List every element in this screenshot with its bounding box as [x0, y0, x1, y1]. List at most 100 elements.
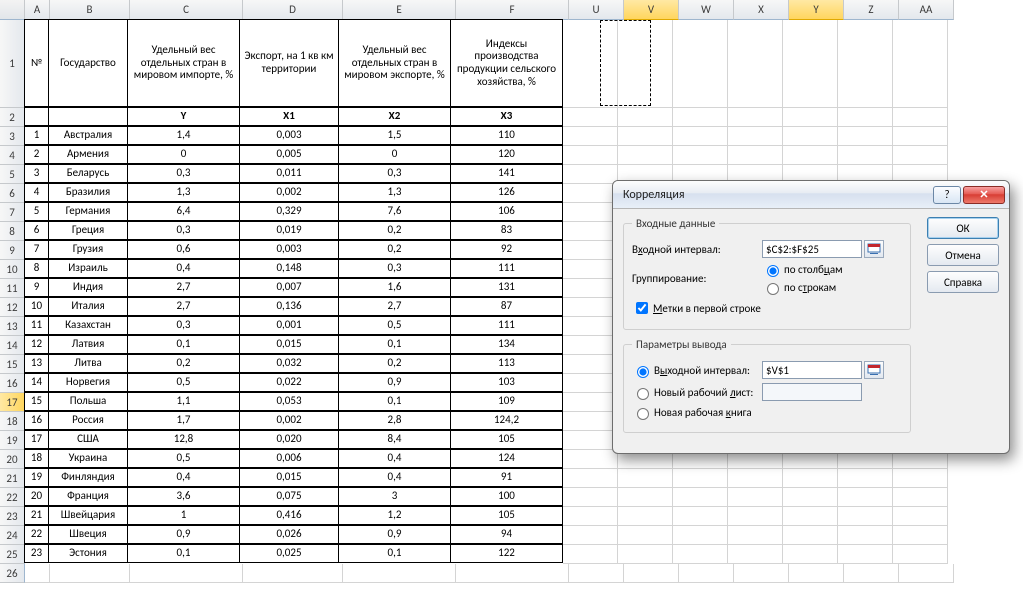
cell-X23[interactable]: [728, 507, 783, 526]
cell-F9[interactable]: 92: [450, 240, 563, 259]
cell-V22[interactable]: [618, 488, 673, 507]
cell-D24[interactable]: 0,026: [239, 525, 339, 544]
column-header-Z[interactable]: Z: [844, 0, 899, 20]
column-header-U[interactable]: U: [569, 0, 624, 20]
cell-F8[interactable]: 83: [450, 221, 563, 240]
cell-B22[interactable]: Франция: [48, 487, 128, 506]
cell-C25[interactable]: 0,1: [127, 544, 240, 563]
cell-E6[interactable]: 1,3: [338, 183, 451, 202]
column-header-AA[interactable]: AA: [899, 0, 954, 20]
cell-B5[interactable]: Беларусь: [48, 164, 128, 183]
cell-F26[interactable]: [456, 564, 569, 583]
cell-B18[interactable]: Россия: [48, 411, 128, 430]
cell-X22[interactable]: [728, 488, 783, 507]
cell-W2[interactable]: [673, 108, 728, 127]
cell-C21[interactable]: 0,4: [127, 468, 240, 487]
cell-E18[interactable]: 2,8: [338, 411, 451, 430]
cell-Z26[interactable]: [844, 564, 899, 583]
by-columns-radio[interactable]: по столбцам: [762, 262, 843, 277]
row-header-16[interactable]: 16: [0, 374, 25, 393]
cell-F23[interactable]: 105: [450, 506, 563, 525]
cell-B3[interactable]: Австралия: [48, 126, 128, 145]
cell-F6[interactable]: 126: [450, 183, 563, 202]
cell-V24[interactable]: [618, 526, 673, 545]
cell-C24[interactable]: 0,9: [127, 525, 240, 544]
row-header-11[interactable]: 11: [0, 279, 25, 298]
cell-U18[interactable]: [563, 412, 618, 431]
cell-U16[interactable]: [563, 374, 618, 393]
cell-E5[interactable]: 0,3: [338, 164, 451, 183]
cell-U19[interactable]: [563, 431, 618, 450]
cell-U22[interactable]: [563, 488, 618, 507]
cell-D23[interactable]: 0,416: [239, 506, 339, 525]
cell-Z21[interactable]: [838, 469, 893, 488]
cell-V4[interactable]: [618, 146, 673, 165]
cell-C7[interactable]: 6,4: [127, 202, 240, 221]
new-workbook-radio[interactable]: Новая рабочая книга: [632, 405, 752, 420]
cell-E3[interactable]: 1,5: [338, 126, 451, 145]
cell-AA23[interactable]: [893, 507, 948, 526]
var-cell-C[interactable]: Y: [127, 107, 240, 126]
cell-C4[interactable]: 0: [127, 145, 240, 164]
cell-E20[interactable]: 0,4: [338, 449, 451, 468]
row-header-14[interactable]: 14: [0, 336, 25, 355]
cell-C12[interactable]: 2,7: [127, 297, 240, 316]
cell-D11[interactable]: 0,007: [239, 278, 339, 297]
var-cell-F[interactable]: X3: [450, 107, 563, 126]
cell-V26[interactable]: [624, 564, 679, 583]
cell-D3[interactable]: 0,003: [239, 126, 339, 145]
column-header-W[interactable]: W: [679, 0, 734, 20]
cell-C22[interactable]: 3,6: [127, 487, 240, 506]
cell-Y23[interactable]: [783, 507, 838, 526]
cell-D7[interactable]: 0,329: [239, 202, 339, 221]
dialog-help-button[interactable]: ?: [933, 186, 961, 204]
cell-A6[interactable]: 4: [24, 183, 49, 202]
cell-A4[interactable]: 2: [24, 145, 49, 164]
cell-Z4[interactable]: [838, 146, 893, 165]
cell-W4[interactable]: [673, 146, 728, 165]
input-range-ref-button[interactable]: [864, 240, 884, 258]
cell-W1[interactable]: [673, 20, 728, 108]
cell-U25[interactable]: [563, 545, 618, 564]
dialog-titlebar[interactable]: Корреляция ? ✕: [613, 181, 1009, 209]
cell-X4[interactable]: [728, 146, 783, 165]
cell-X24[interactable]: [728, 526, 783, 545]
row-header-12[interactable]: 12: [0, 298, 25, 317]
cell-A9[interactable]: 7: [24, 240, 49, 259]
cell-U17[interactable]: [563, 393, 618, 412]
cell-B6[interactable]: Бразилия: [48, 183, 128, 202]
cell-Z24[interactable]: [838, 526, 893, 545]
row-header-18[interactable]: 18: [0, 412, 25, 431]
cell-A14[interactable]: 12: [24, 335, 49, 354]
cell-F15[interactable]: 113: [450, 354, 563, 373]
cell-F21[interactable]: 91: [450, 468, 563, 487]
cell-U23[interactable]: [563, 507, 618, 526]
cell-V2[interactable]: [618, 108, 673, 127]
cell-U7[interactable]: [563, 203, 618, 222]
cell-A8[interactable]: 6: [24, 221, 49, 240]
cell-V3[interactable]: [618, 127, 673, 146]
cell-D20[interactable]: 0,006: [239, 449, 339, 468]
cell-B16[interactable]: Норвегия: [48, 373, 128, 392]
cancel-button[interactable]: Отмена: [927, 244, 999, 266]
cell-F7[interactable]: 106: [450, 202, 563, 221]
cell-E13[interactable]: 0,5: [338, 316, 451, 335]
cell-C13[interactable]: 0,3: [127, 316, 240, 335]
cell-X25[interactable]: [728, 545, 783, 564]
cell-B7[interactable]: Германия: [48, 202, 128, 221]
cell-B10[interactable]: Израиль: [48, 259, 128, 278]
cell-E16[interactable]: 0,9: [338, 373, 451, 392]
cell-U2[interactable]: [563, 108, 618, 127]
row-header-4[interactable]: 4: [0, 146, 25, 165]
output-range-radio[interactable]: Выходной интервал:: [632, 363, 762, 378]
cell-E12[interactable]: 2,7: [338, 297, 451, 316]
cell-F17[interactable]: 109: [450, 392, 563, 411]
cell-D26[interactable]: [243, 564, 343, 583]
cell-Y4[interactable]: [783, 146, 838, 165]
cell-D22[interactable]: 0,075: [239, 487, 339, 506]
cell-U20[interactable]: [563, 450, 618, 469]
cell-E11[interactable]: 1,6: [338, 278, 451, 297]
cell-F24[interactable]: 94: [450, 525, 563, 544]
cell-E4[interactable]: 0: [338, 145, 451, 164]
cell-C10[interactable]: 0,4: [127, 259, 240, 278]
